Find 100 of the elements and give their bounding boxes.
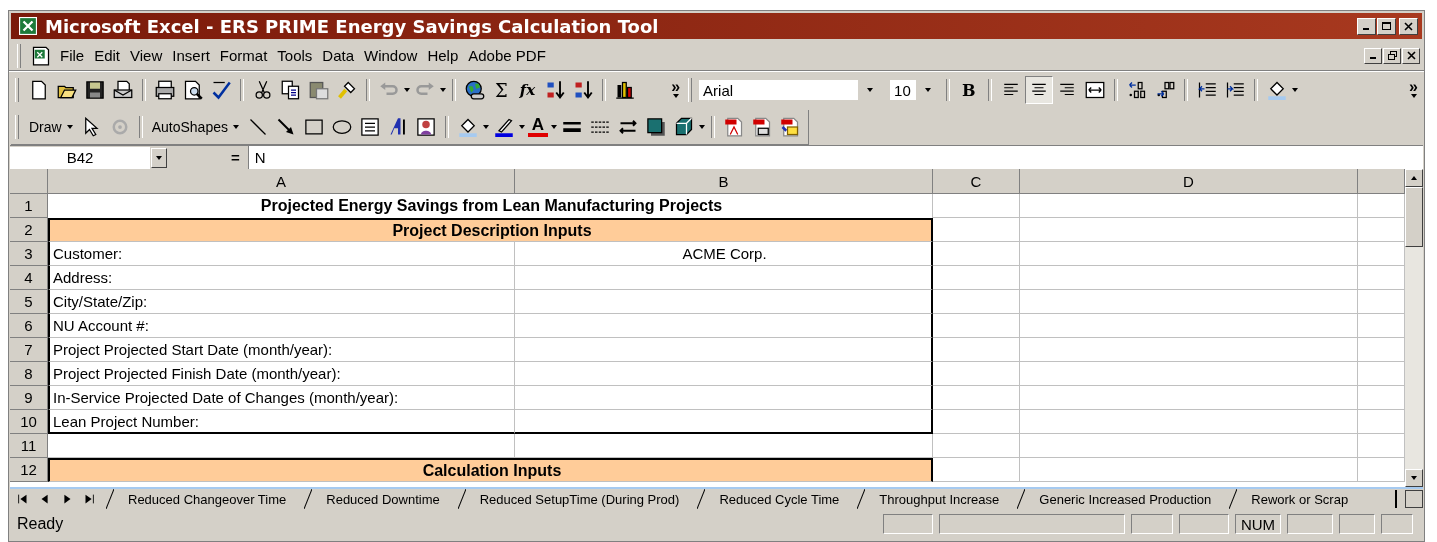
workbook-icon[interactable]	[31, 45, 51, 66]
save-icon[interactable]	[85, 80, 105, 100]
caret-icon[interactable]	[1290, 87, 1299, 93]
rectangle-icon[interactable]	[303, 116, 324, 137]
column-header[interactable]: B	[515, 169, 933, 194]
menu-item[interactable]: Edit	[89, 45, 126, 66]
empty-cell[interactable]	[515, 266, 933, 290]
caret-icon[interactable]	[697, 123, 706, 130]
font-name-dropdown[interactable]: Arial	[698, 79, 884, 101]
caret-icon[interactable]	[231, 123, 240, 130]
pdf-document-icon[interactable]	[723, 116, 744, 137]
sort-descending-icon[interactable]	[573, 80, 594, 100]
new-document-icon[interactable]	[29, 80, 49, 100]
row-header[interactable]: 3	[10, 242, 48, 266]
row-header[interactable]: 6	[10, 314, 48, 338]
caret-icon[interactable]	[549, 123, 558, 130]
row-header[interactable]: 12	[10, 458, 48, 482]
select-all-button[interactable]	[10, 169, 48, 194]
vertical-scrollbar[interactable]	[1405, 169, 1423, 487]
close-icon[interactable]	[1406, 51, 1416, 60]
increase-indent-icon[interactable]	[1224, 80, 1245, 100]
email-document-icon[interactable]	[113, 80, 133, 100]
caret-icon[interactable]	[1410, 175, 1418, 181]
menu-item[interactable]: Data	[317, 45, 360, 66]
toolbar-options-button[interactable]: »	[671, 81, 681, 99]
name-box[interactable]: B42	[10, 146, 151, 169]
row-header[interactable]: 5	[10, 290, 48, 314]
clip-art-icon[interactable]	[415, 116, 436, 137]
bar-chart-icon[interactable]	[615, 80, 636, 100]
maximize-button[interactable]	[1377, 17, 1396, 35]
printer-icon[interactable]	[155, 80, 175, 100]
menu-item[interactable]: View	[125, 45, 168, 66]
row-header[interactable]: 9	[10, 386, 48, 410]
menu-item[interactable]: Help	[422, 45, 464, 66]
close-icon[interactable]	[1404, 21, 1413, 31]
print-preview-icon[interactable]	[183, 80, 203, 100]
draw-menu[interactable]: Draw	[25, 118, 78, 135]
bold-button[interactable]: B	[962, 80, 976, 100]
empty-cell[interactable]	[515, 362, 933, 386]
caret-icon[interactable]	[155, 154, 163, 161]
empty-cell[interactable]	[515, 290, 933, 314]
row-header[interactable]: 10	[10, 410, 48, 434]
pdf-email-icon[interactable]	[751, 116, 772, 137]
column-header[interactable]: D	[1020, 169, 1358, 194]
restore-icon[interactable]	[1387, 51, 1397, 60]
globe-icon[interactable]	[465, 80, 485, 100]
scroll-thumb[interactable]	[1405, 187, 1423, 247]
line-color-icon[interactable]	[493, 116, 514, 137]
row-header[interactable]: 1	[10, 194, 48, 218]
restore-button[interactable]	[1383, 47, 1401, 64]
caret-icon[interactable]	[866, 87, 875, 93]
fill-color-icon[interactable]	[1266, 80, 1287, 100]
wordart-icon[interactable]	[387, 116, 408, 137]
close-button[interactable]	[1402, 47, 1420, 64]
autosum-button[interactable]: Σ	[495, 79, 508, 101]
caret-icon[interactable]	[439, 87, 447, 93]
caret-icon[interactable]	[1409, 93, 1418, 99]
insert-function-button[interactable]: fx	[519, 81, 536, 99]
empty-cell[interactable]	[515, 338, 933, 362]
scroll-up-button[interactable]	[1405, 169, 1423, 187]
split-box[interactable]	[1405, 490, 1423, 508]
fill-color-icon[interactable]	[457, 116, 478, 137]
caret-icon[interactable]	[924, 87, 933, 93]
autoshapes-menu[interactable]: AutoShapes	[147, 118, 244, 135]
caret-icon[interactable]	[403, 87, 411, 93]
sort-ascending-icon[interactable]	[545, 80, 566, 100]
row-header[interactable]: 2	[10, 218, 48, 242]
column-header[interactable]: A	[48, 169, 515, 194]
spelling-check-icon[interactable]	[211, 80, 231, 100]
row-header[interactable]: 11	[10, 434, 48, 458]
menu-item[interactable]: Tools	[272, 45, 318, 66]
row-header[interactable]: 8	[10, 362, 48, 386]
line-icon[interactable]	[247, 116, 268, 137]
caret-icon[interactable]	[65, 123, 74, 130]
row-header[interactable]: 4	[10, 266, 48, 290]
empty-cell[interactable]	[515, 410, 933, 434]
maximize-icon[interactable]	[1382, 21, 1391, 31]
font-size-dropdown[interactable]: 10	[889, 79, 942, 101]
menu-item[interactable]: Window	[359, 45, 423, 66]
increase-decimal-icon[interactable]	[1126, 80, 1147, 100]
caret-icon[interactable]	[481, 123, 490, 130]
paintbrush-icon[interactable]	[337, 80, 357, 100]
scroll-down-button[interactable]	[1405, 469, 1423, 487]
empty-cell[interactable]	[515, 314, 933, 338]
font-color-button[interactable]: A	[527, 116, 548, 137]
toolbar-options-button[interactable]: »	[1409, 81, 1418, 99]
minimize-button[interactable]	[1364, 47, 1382, 64]
pdf-comment-icon[interactable]	[779, 116, 800, 137]
scissors-icon[interactable]	[253, 80, 273, 100]
3d-cube-icon[interactable]	[673, 116, 694, 137]
caret-icon[interactable]	[517, 123, 526, 130]
empty-cell[interactable]	[515, 386, 933, 410]
close-button[interactable]	[1399, 17, 1418, 35]
paste-icon[interactable]	[309, 80, 329, 100]
menu-item[interactable]: Adobe PDF	[463, 45, 551, 66]
menu-item[interactable]: Insert	[167, 45, 215, 66]
formula-field[interactable]: N	[247, 145, 1423, 170]
minimize-button[interactable]	[1357, 17, 1376, 35]
shadow-icon[interactable]	[645, 116, 666, 137]
copy-icon[interactable]	[281, 80, 301, 100]
